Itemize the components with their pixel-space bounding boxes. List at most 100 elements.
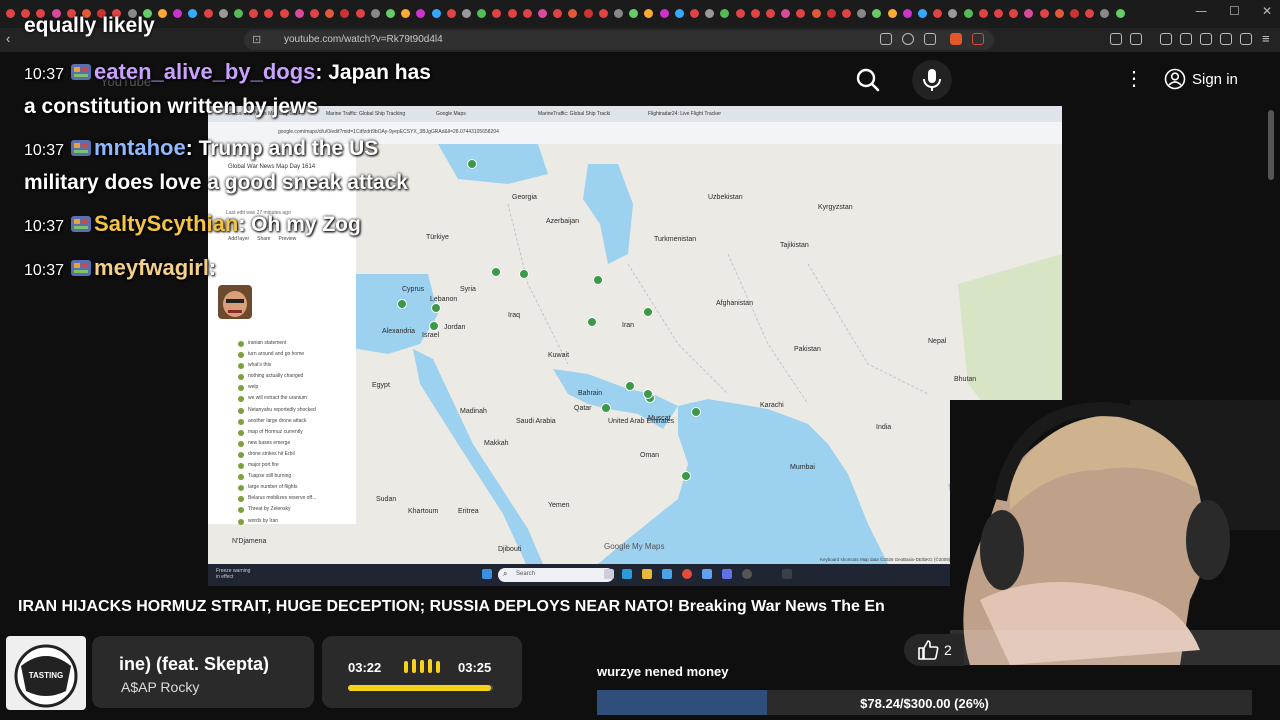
- browser-tab-favicon[interactable]: [978, 9, 988, 18]
- browser-tab-favicon[interactable]: [948, 9, 958, 18]
- map-marker[interactable]: [625, 381, 635, 391]
- map-panel-item[interactable]: words by Iran: [238, 518, 316, 529]
- browser-tab-favicon[interactable]: [598, 9, 608, 18]
- menu-icon[interactable]: ≡: [1262, 31, 1270, 46]
- alert-icon[interactable]: [972, 33, 984, 45]
- browser-tab-favicon[interactable]: [492, 9, 502, 18]
- browser-tab-favicon[interactable]: [507, 9, 517, 18]
- map-marker[interactable]: [681, 471, 691, 481]
- browser-tab-favicon[interactable]: [842, 9, 851, 18]
- map-panel-item[interactable]: we will extract the uranium: [238, 395, 316, 406]
- map-marker[interactable]: [691, 407, 701, 417]
- browser-tab-favicon[interactable]: [416, 9, 426, 18]
- browser-tab-favicon[interactable]: [1009, 9, 1019, 18]
- browser-tab-favicon[interactable]: [826, 9, 836, 18]
- browser-tab-favicon[interactable]: [811, 9, 821, 18]
- browser-tab-favicon[interactable]: [705, 9, 715, 18]
- map-panel-item[interactable]: nothing actually changed: [238, 373, 316, 384]
- browser-tab-favicon[interactable]: [325, 9, 335, 18]
- map-marker[interactable]: [643, 389, 653, 399]
- browser-tab-favicon[interactable]: [522, 9, 532, 18]
- browser-tab-favicon[interactable]: [735, 9, 745, 18]
- map-marker[interactable]: [519, 269, 529, 279]
- browser-tab-favicon[interactable]: [766, 9, 775, 18]
- cast-icon[interactable]: [880, 33, 892, 45]
- sign-in-button[interactable]: Sign in: [1164, 62, 1256, 96]
- browser-tab-favicon[interactable]: [218, 9, 228, 18]
- browser-tab-favicon[interactable]: [401, 9, 411, 18]
- maximize-button[interactable]: ☐: [1229, 4, 1240, 18]
- browser-tab-favicon[interactable]: [568, 9, 578, 18]
- map-marker[interactable]: [491, 267, 501, 277]
- map-panel-item[interactable]: large number of flights: [238, 484, 316, 495]
- browser-tab-favicon[interactable]: [1085, 9, 1095, 18]
- browser-tab-favicon[interactable]: [872, 9, 882, 18]
- browser-tab-favicon[interactable]: [355, 9, 365, 18]
- browser-tab-favicon[interactable]: [659, 9, 669, 18]
- minimize-button[interactable]: —: [1195, 4, 1207, 18]
- browser-tab-favicon[interactable]: [720, 9, 730, 18]
- scrollbar[interactable]: [1268, 110, 1274, 180]
- browser-tab-favicon[interactable]: [674, 9, 684, 18]
- music-icon[interactable]: [1160, 33, 1172, 45]
- bookmark-icon[interactable]: ⊡: [252, 33, 261, 46]
- browser-tab-favicon[interactable]: [750, 9, 760, 18]
- browser-tab-favicon[interactable]: [1039, 9, 1049, 18]
- map-panel-item[interactable]: what's this: [238, 362, 316, 373]
- map-marker[interactable]: [431, 303, 441, 313]
- browser-tab-favicon[interactable]: [203, 9, 213, 18]
- vpn-icon[interactable]: [1240, 33, 1252, 45]
- map-marker[interactable]: [643, 307, 653, 317]
- browser-tab-favicon[interactable]: [994, 9, 1003, 18]
- share-icon[interactable]: [924, 33, 936, 45]
- browser-tab-favicon[interactable]: [173, 9, 183, 18]
- browser-tab-favicon[interactable]: [796, 9, 806, 18]
- browser-tab-favicon[interactable]: [446, 9, 456, 18]
- browser-tab-favicon[interactable]: [1024, 9, 1034, 18]
- map-panel-item[interactable]: major port fire: [238, 462, 316, 473]
- map-panel-item[interactable]: Netanyahu reportedly shocked: [238, 407, 316, 418]
- map-panel-item[interactable]: another large drone attack: [238, 418, 316, 429]
- browser-tab-favicon[interactable]: [614, 9, 623, 18]
- browser-tab-favicon[interactable]: [279, 9, 289, 18]
- voice-search-button[interactable]: [912, 60, 952, 100]
- map-marker[interactable]: [467, 159, 477, 169]
- ai-icon[interactable]: [1220, 33, 1232, 45]
- extensions-icon[interactable]: [1110, 33, 1122, 45]
- wallet-icon[interactable]: [1200, 33, 1212, 45]
- browser-tab-favicon[interactable]: [158, 9, 167, 18]
- tabs-icon[interactable]: [1130, 33, 1142, 45]
- browser-tab-favicon[interactable]: [1054, 9, 1064, 18]
- sidebar-icon[interactable]: [1180, 33, 1192, 45]
- browser-tab-favicon[interactable]: [340, 9, 350, 18]
- map-panel-item[interactable]: Threat by Zelensky: [238, 506, 316, 517]
- browser-tab-favicon[interactable]: [234, 9, 243, 18]
- map-marker[interactable]: [601, 403, 611, 413]
- browser-tab-favicon[interactable]: [188, 9, 198, 18]
- close-window-button[interactable]: ✕: [1262, 4, 1272, 18]
- browser-tab-favicon[interactable]: [1070, 9, 1079, 18]
- browser-tab-favicon[interactable]: [477, 9, 487, 18]
- browser-tab-favicon[interactable]: [538, 9, 547, 18]
- like-button[interactable]: 2: [904, 634, 964, 666]
- browser-tab-favicon[interactable]: [553, 9, 563, 18]
- browser-tab-favicon[interactable]: [6, 9, 15, 18]
- map-panel-item[interactable]: Tuapse still burning: [238, 473, 316, 484]
- browser-tab-favicon[interactable]: [887, 9, 897, 18]
- browser-tab-favicon[interactable]: [933, 9, 943, 18]
- browser-tab-favicon[interactable]: [310, 9, 319, 18]
- browser-tab-favicon[interactable]: [294, 9, 304, 18]
- map-panel-item[interactable]: welp: [238, 384, 316, 395]
- map-marker[interactable]: [593, 275, 603, 285]
- map-panel-item[interactable]: map of Hormuz currently: [238, 429, 316, 440]
- map-panel-item[interactable]: turn around and go home: [238, 351, 316, 362]
- chat-username[interactable]: mntahoe: [94, 135, 186, 160]
- search-button[interactable]: [848, 62, 888, 98]
- browser-tab-favicon[interactable]: [629, 9, 639, 18]
- chat-username[interactable]: meyfwagirl: [94, 255, 209, 280]
- map-marker[interactable]: [587, 317, 597, 327]
- chat-username[interactable]: SaltyScythian: [94, 211, 238, 236]
- map-panel-item[interactable]: iranian statement: [238, 340, 316, 351]
- back-icon[interactable]: ‹: [6, 31, 10, 46]
- browser-tab-favicon[interactable]: [249, 9, 259, 18]
